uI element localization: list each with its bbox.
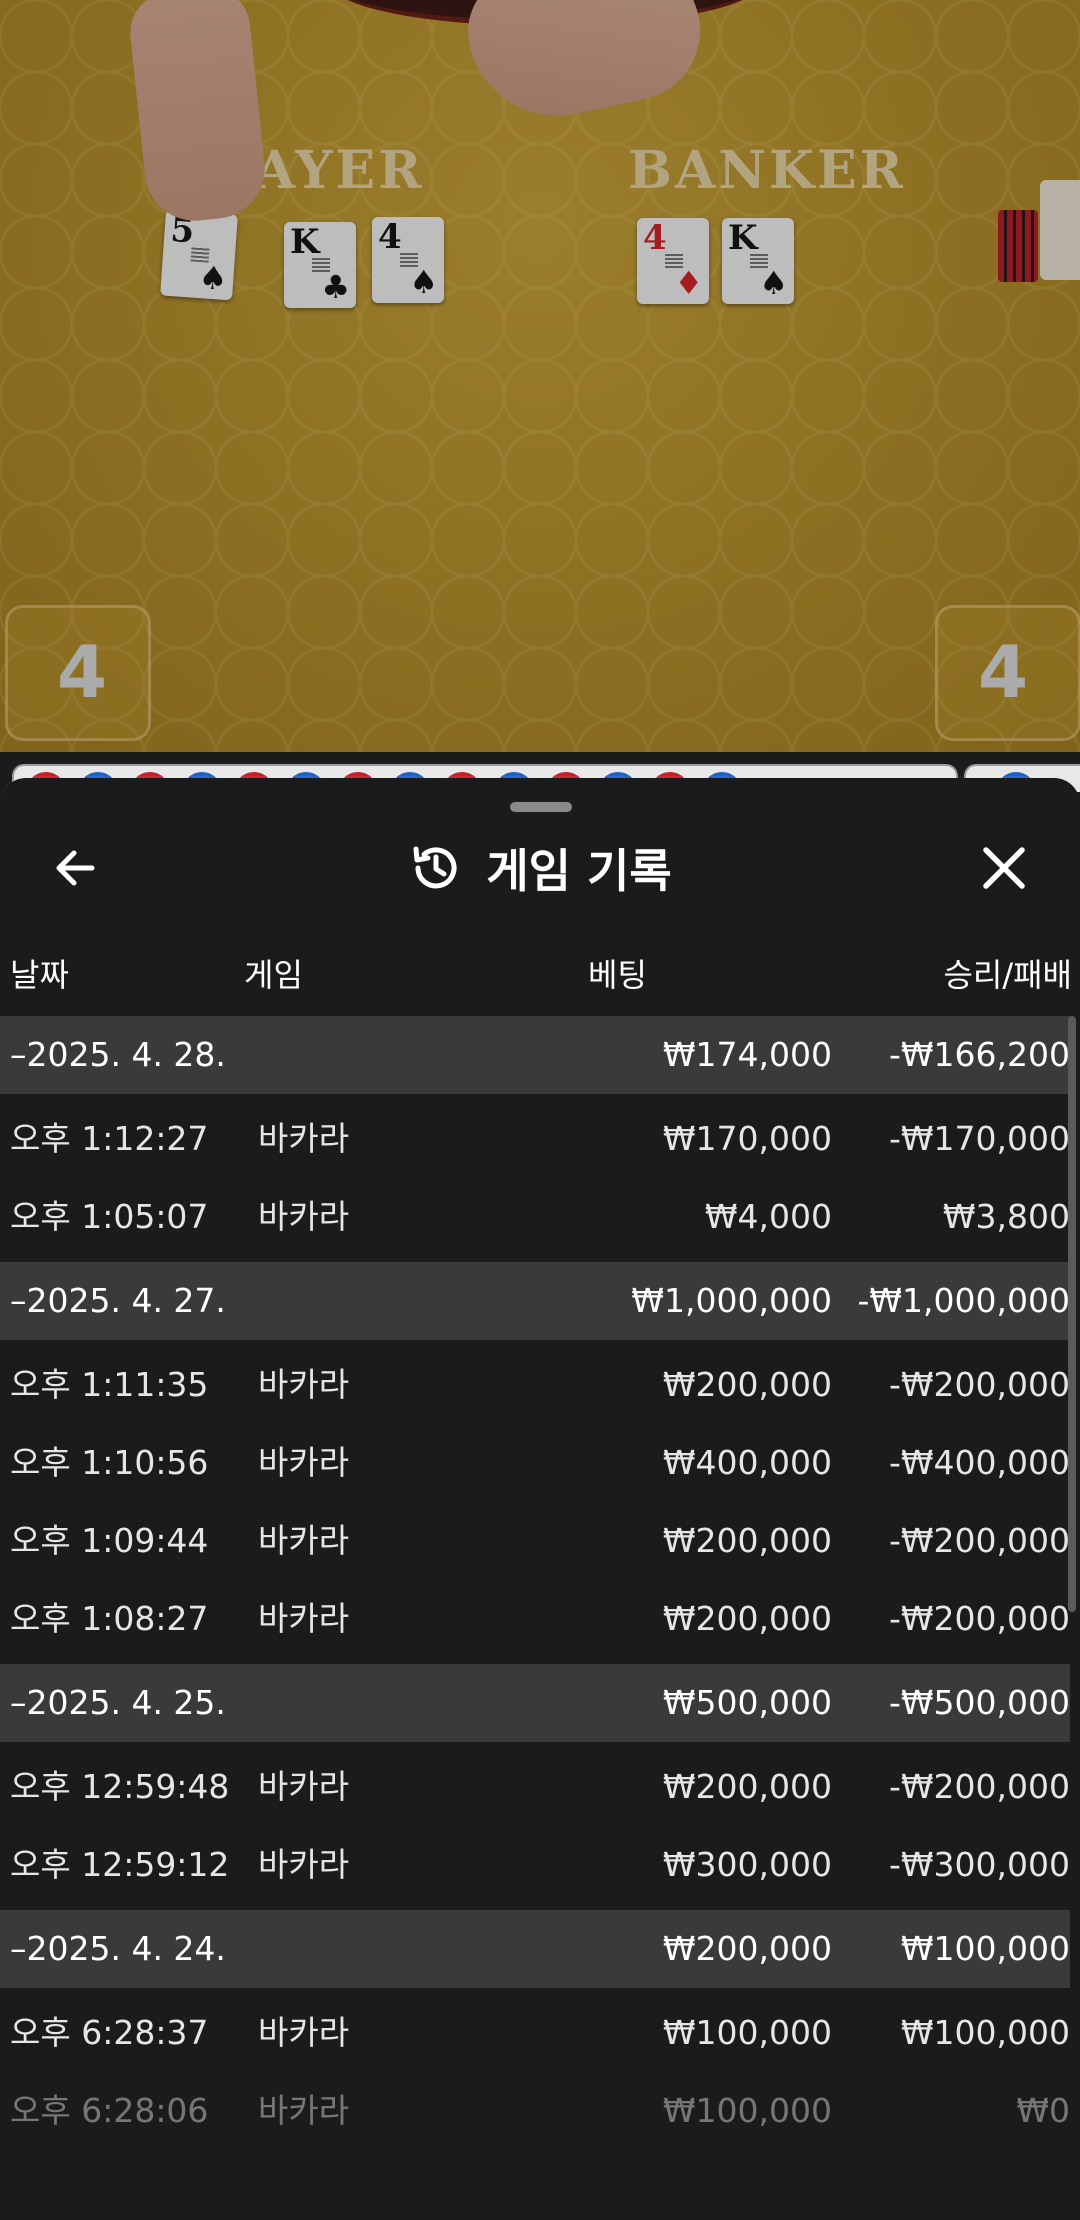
- column-result: 승리/패배: [943, 956, 1072, 994]
- column-game: 게임: [244, 956, 303, 994]
- table-row[interactable]: 오후 1:08:27 바카라 ₩200,000 -₩200,000: [0, 1580, 1070, 1658]
- table-row[interactable]: 오후 6:28:37 바카라 ₩100,000 ₩100,000: [0, 1994, 1070, 2072]
- history-icon: [413, 846, 457, 889]
- page-title: 게임 기록: [486, 844, 672, 898]
- table-row[interactable]: 오후 6:28:06 바카라 ₩100,000 ₩0: [0, 2072, 1070, 2150]
- history-list[interactable]: –2025. 4. 28. ₩174,000 -₩166,200 오후 1:12…: [0, 1016, 1070, 2150]
- table-header: 날짜 게임 베팅 승리/패배: [0, 950, 1080, 996]
- game-history-sheet: 게임 기록 날짜 게임 베팅 승리/패배 –2025. 4. 28. ₩174,…: [0, 778, 1080, 2220]
- table-row[interactable]: 오후 1:10:56 바카라 ₩400,000 -₩400,000: [0, 1424, 1070, 1502]
- live-video-area: LAYER BANKER 5 ♠ K ♣ 4 ♠ 4 ♦ K ♠ 4 4: [0, 0, 1080, 752]
- table-row[interactable]: 오후 1:11:35 바카라 ₩200,000 -₩200,000: [0, 1346, 1070, 1424]
- table-row[interactable]: 오후 12:59:12 바카라 ₩300,000 -₩300,000: [0, 1826, 1070, 1904]
- table-row[interactable]: 오후 1:05:07 바카라 ₩4,000 ₩3,800: [0, 1178, 1070, 1256]
- close-icon[interactable]: [974, 838, 1034, 898]
- table-row[interactable]: 오후 12:59:48 바카라 ₩200,000 -₩200,000: [0, 1748, 1070, 1826]
- list-scrollbar[interactable]: [1068, 1016, 1076, 1612]
- table-row[interactable]: 오후 1:12:27 바카라 ₩170,000 -₩170,000: [0, 1100, 1070, 1178]
- column-date: 날짜: [10, 956, 69, 994]
- date-group-header[interactable]: –2025. 4. 28. ₩174,000 -₩166,200: [0, 1016, 1070, 1094]
- sheet-header: 게임 기록: [0, 832, 1080, 904]
- date-group-header[interactable]: –2025. 4. 24. ₩200,000 ₩100,000: [0, 1910, 1070, 1988]
- sheet-drag-handle[interactable]: [510, 802, 572, 812]
- table-row[interactable]: 오후 1:09:44 바카라 ₩200,000 -₩200,000: [0, 1502, 1070, 1580]
- column-bet: 베팅: [588, 956, 647, 994]
- video-dim-overlay: [0, 0, 1080, 752]
- date-group-header[interactable]: –2025. 4. 27. ₩1,000,000 -₩1,000,000: [0, 1262, 1070, 1340]
- date-group-header[interactable]: –2025. 4. 25. ₩500,000 -₩500,000: [0, 1664, 1070, 1742]
